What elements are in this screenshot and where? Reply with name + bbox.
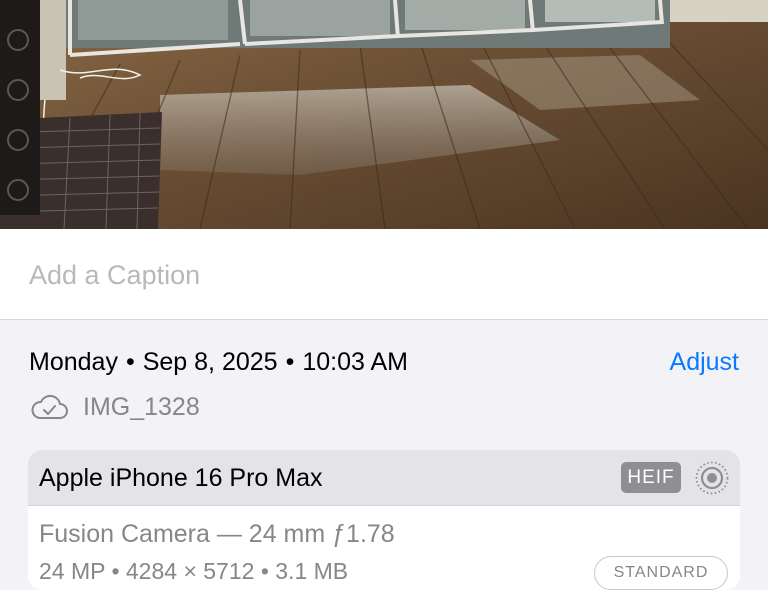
file-row: IMG_1328 [29,392,200,422]
capture-mode-badge: STANDARD [594,556,728,590]
image-specs: 24 MP • 4284 × 5712 • 3.1 MB [39,558,349,584]
photo-image [0,0,768,229]
capture-date: Sep 8, 2025 [142,348,278,376]
photo-preview[interactable] [0,0,768,229]
format-badge: HEIF [621,462,681,493]
device-name: Apple iPhone 16 Pro Max [39,464,323,492]
info-panel: Monday • Sep 8, 2025 • 10:03 AM Adjust IMG_1… [0,320,768,590]
lens-info: Fusion Camera — 24 mm ƒ1.78 [39,520,395,548]
file-name: IMG_1328 [83,392,200,421]
datetime-separator: • [125,348,135,376]
adjust-button[interactable]: Adjust [670,348,739,377]
datetime-separator: • [285,348,295,376]
capture-day: Monday [29,348,118,376]
capture-datetime: Monday • Sep 8, 2025 • 10:03 AM [29,348,408,377]
caption-input[interactable] [29,257,729,293]
capture-time: 10:03 AM [302,348,408,376]
caption-section [0,229,768,320]
live-photo-icon[interactable] [694,460,730,496]
camera-card-header: Apple iPhone 16 Pro Max HEIF [28,450,740,506]
camera-info-card: Apple iPhone 16 Pro Max HEIF Fusion Came… [28,450,740,590]
cloud-checkmark-icon [31,394,68,419]
